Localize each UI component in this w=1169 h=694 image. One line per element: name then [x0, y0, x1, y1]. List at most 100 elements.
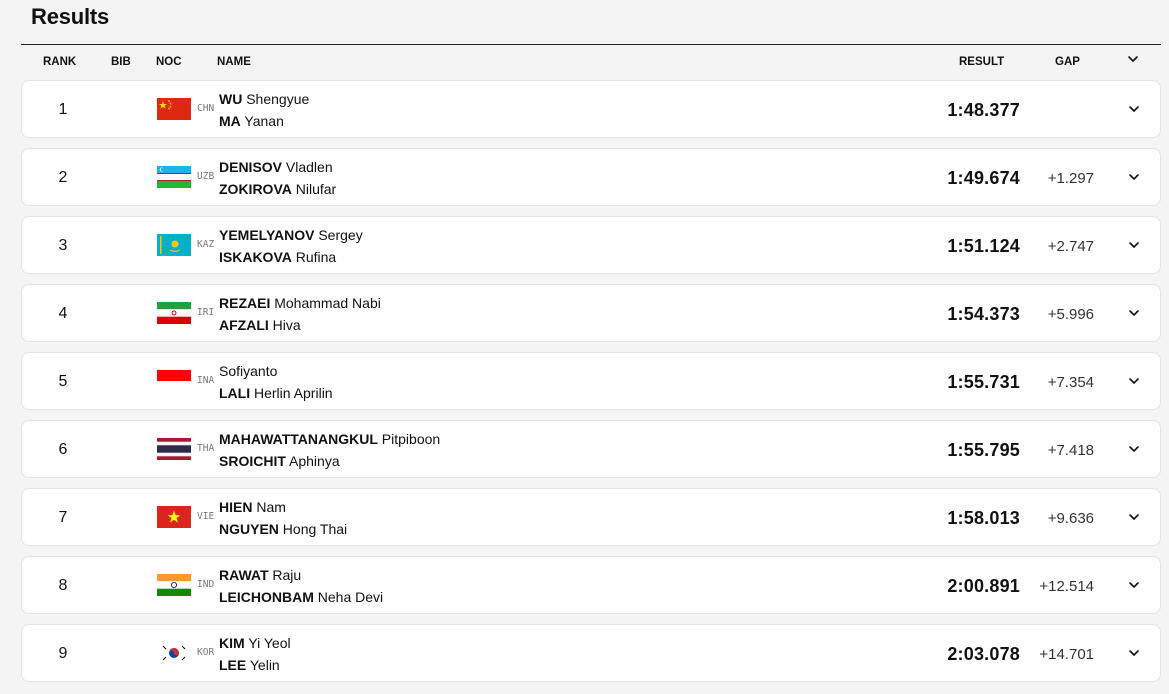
- result-time: 2:03.078: [947, 644, 1020, 664]
- result-time: 2:00.891: [947, 576, 1020, 596]
- column-header-rank: RANK: [43, 56, 77, 68]
- athlete-2[interactable]: ISKAKOVA Rufina: [219, 249, 336, 265]
- athlete-given-name: Yelin: [249, 657, 280, 673]
- athlete-surname: LEICHONBAM: [219, 589, 314, 605]
- athlete-given-name: Hiva: [272, 317, 301, 333]
- athlete-given-name: Nilufar: [295, 181, 337, 197]
- rank: 1: [58, 101, 68, 118]
- gap-time: +2.747: [1047, 238, 1094, 255]
- rank: 2: [58, 169, 68, 186]
- athlete-surname: MAHAWATTANANGKUL: [219, 431, 378, 447]
- result-row[interactable]: 2 UZB DENISOV Vladlen ZOKIROVA Nilufar 1…: [21, 148, 1161, 206]
- result-row[interactable]: 1 CHN WU Shengyue MA Yanan 1:48.377: [21, 80, 1161, 138]
- rank: 7: [58, 509, 68, 526]
- noc-code: UZB: [197, 171, 215, 182]
- noc-code: IRI: [197, 307, 215, 318]
- result-time: 1:55.795: [947, 440, 1020, 460]
- athlete-surname: AFZALI: [219, 317, 269, 333]
- expand-row-chevron-down-icon[interactable]: [1126, 509, 1142, 525]
- rank: 5: [58, 373, 68, 390]
- results-table-header: RANK BIB NOC NAME RESULT GAP: [21, 46, 1161, 80]
- athlete-surname: LEE: [219, 657, 247, 673]
- result-row[interactable]: 9 KOR KIM Yi Yeol LEE Yelin 2:03.078 +14…: [21, 624, 1161, 682]
- expand-row-chevron-down-icon[interactable]: [1126, 305, 1142, 321]
- athlete-surname: REZAEI: [219, 295, 271, 311]
- gap-time: +7.354: [1047, 374, 1094, 391]
- gap-time: +14.701: [1039, 646, 1094, 663]
- athlete-1[interactable]: HIEN Nam: [219, 499, 286, 515]
- athlete-1[interactable]: KIM Yi Yeol: [219, 635, 291, 651]
- flag-vietnam-icon: [157, 506, 191, 528]
- athlete-1[interactable]: YEMELYANOV Sergey: [219, 227, 363, 243]
- athlete-2[interactable]: AFZALI Hiva: [219, 317, 301, 333]
- gap-time: +5.996: [1047, 306, 1094, 323]
- result-row[interactable]: 4 IRI REZAEI Mohammad Nabi AFZALI Hiva 1…: [21, 284, 1161, 342]
- result-row[interactable]: 6 THA MAHAWATTANANGKUL Pitpiboon SROICHI…: [21, 420, 1161, 478]
- gap-time: +7.418: [1047, 442, 1094, 459]
- athlete-given-name: Yanan: [244, 113, 284, 129]
- result-time: 1:51.124: [947, 236, 1020, 256]
- expand-row-chevron-down-icon[interactable]: [1126, 645, 1142, 661]
- expand-row-chevron-down-icon[interactable]: [1126, 169, 1142, 185]
- result-time: 1:54.373: [947, 304, 1020, 324]
- athlete-1[interactable]: MAHAWATTANANGKUL Pitpiboon: [219, 431, 440, 447]
- flag-thailand-icon: [157, 438, 191, 460]
- athlete-2[interactable]: LEICHONBAM Neha Devi: [219, 589, 383, 605]
- expand-row-chevron-down-icon[interactable]: [1126, 237, 1142, 253]
- athlete-given-name: Shengyue: [246, 91, 310, 107]
- expand-row-chevron-down-icon[interactable]: [1126, 373, 1142, 389]
- noc-code: IND: [197, 579, 215, 590]
- athlete-given-name: Mohammad Nabi: [274, 295, 381, 311]
- gap-time: +9.636: [1047, 510, 1094, 527]
- athlete-given-name: Hong Thai: [282, 521, 348, 537]
- athlete-2[interactable]: SROICHIT Aphinya: [219, 453, 340, 469]
- expand-row-chevron-down-icon[interactable]: [1126, 101, 1142, 117]
- athlete-1[interactable]: WU Shengyue: [219, 91, 309, 107]
- rank: 6: [58, 441, 68, 458]
- flag-kazakhstan-icon: [157, 234, 191, 256]
- athlete-surname: ISKAKOVA: [219, 249, 292, 265]
- flag-iran-icon: [157, 302, 191, 324]
- result-row[interactable]: 8 IND RAWAT Raju LEICHONBAM Neha Devi 2:…: [21, 556, 1161, 614]
- athlete-2[interactable]: LEE Yelin: [219, 657, 280, 673]
- athlete-surname: NGUYEN: [219, 521, 279, 537]
- athlete-1[interactable]: REZAEI Mohammad Nabi: [219, 295, 381, 311]
- athlete-2[interactable]: LALI Herlin Aprilin: [219, 385, 333, 401]
- result-time: 1:48.377: [947, 100, 1020, 120]
- athlete-1[interactable]: RAWAT Raju: [219, 567, 301, 583]
- page-title: Results: [31, 4, 110, 29]
- column-header-bib: BIB: [111, 56, 131, 68]
- athlete-given-name: Pitpiboon: [381, 431, 441, 447]
- athlete-surname: MA: [219, 113, 241, 129]
- rank: 3: [58, 237, 68, 254]
- noc-code: THA: [197, 443, 215, 454]
- athlete-1[interactable]: Sofiyanto: [219, 363, 277, 379]
- athlete-surname: SROICHIT: [219, 453, 286, 469]
- athlete-given-name: Sofiyanto: [219, 363, 278, 379]
- column-header-result: RESULT: [959, 56, 1005, 68]
- athlete-given-name: Raju: [272, 567, 302, 583]
- athlete-1[interactable]: DENISOV Vladlen: [219, 159, 333, 175]
- gap-time: +1.297: [1047, 170, 1094, 187]
- noc-code: CHN: [197, 103, 215, 114]
- expand-all-chevron-down-icon[interactable]: [1125, 51, 1143, 69]
- noc-code: INA: [197, 375, 215, 386]
- athlete-2[interactable]: NGUYEN Hong Thai: [219, 521, 347, 537]
- rank: 8: [58, 577, 68, 594]
- athlete-surname: KIM: [219, 635, 245, 651]
- expand-row-chevron-down-icon[interactable]: [1126, 441, 1142, 457]
- athlete-given-name: Sergey: [318, 227, 363, 243]
- expand-row-chevron-down-icon[interactable]: [1126, 577, 1142, 593]
- flag-india-icon: [157, 574, 191, 596]
- flag-indonesia-icon: [157, 370, 191, 392]
- result-time: 1:49.674: [947, 168, 1020, 188]
- athlete-given-name: Herlin Aprilin: [254, 385, 333, 401]
- athlete-2[interactable]: ZOKIROVA Nilufar: [219, 181, 336, 197]
- athlete-given-name: Nam: [256, 499, 286, 515]
- result-row[interactable]: 7 VIE HIEN Nam NGUYEN Hong Thai 1:58.013…: [21, 488, 1161, 546]
- flag-china-icon: [157, 98, 191, 120]
- result-row[interactable]: 5 INA Sofiyanto LALI Herlin Aprilin 1:55…: [21, 352, 1161, 410]
- athlete-surname: ZOKIROVA: [219, 181, 292, 197]
- athlete-2[interactable]: MA Yanan: [219, 113, 284, 129]
- result-row[interactable]: 3 KAZ YEMELYANOV Sergey ISKAKOVA Rufina …: [21, 216, 1161, 274]
